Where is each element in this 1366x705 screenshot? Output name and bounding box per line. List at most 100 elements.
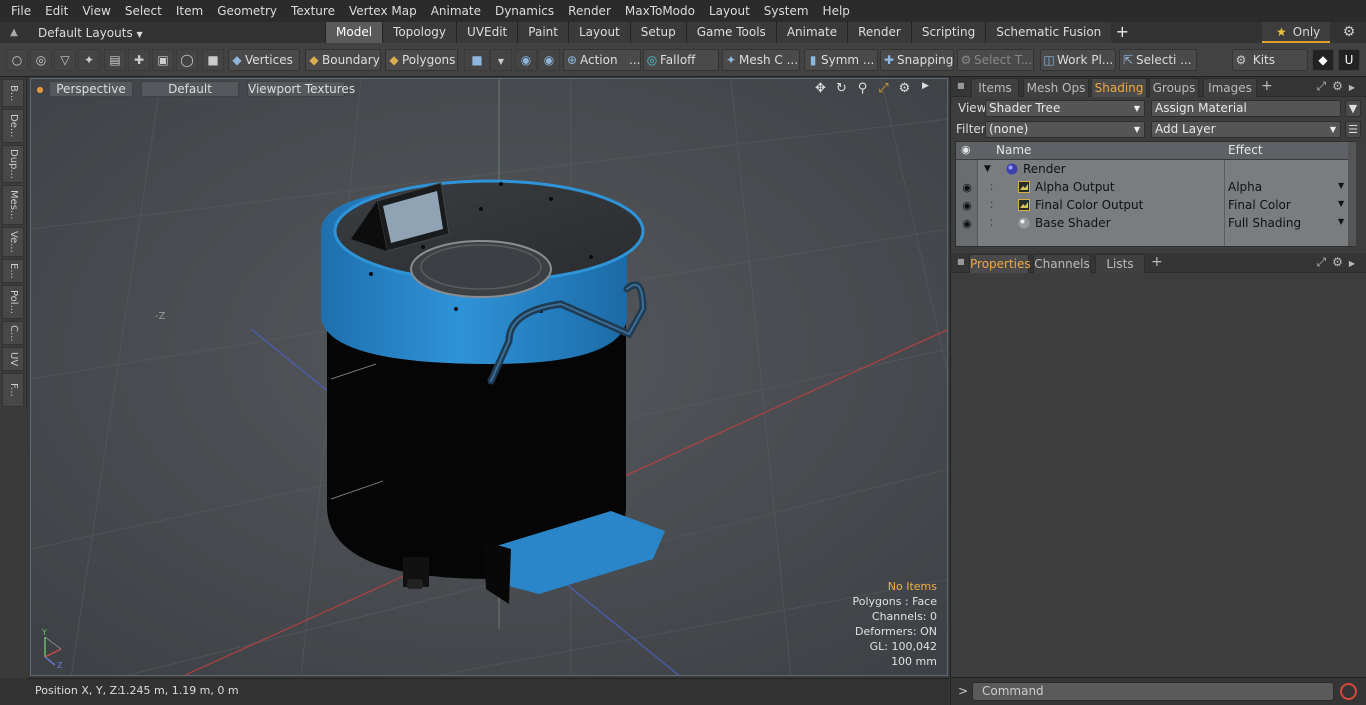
menu-layout[interactable]: Layout — [702, 0, 757, 22]
menu-render[interactable]: Render — [561, 0, 618, 22]
effect-chevron-icon[interactable]: ▼ — [1338, 181, 1344, 190]
left-tab-de[interactable]: De... — [2, 109, 24, 143]
action-center-button[interactable]: ⊕ Action ... — [563, 49, 641, 71]
menu-system[interactable]: System — [757, 0, 816, 22]
boundary-button[interactable]: ◆ Boundary — [305, 49, 381, 71]
panel-grip-icon[interactable]: ■ — [957, 257, 965, 267]
left-tab-f[interactable]: F... — [2, 373, 24, 407]
snapping-button[interactable]: ✚ Snapping — [880, 49, 954, 71]
pen-tool-icon[interactable]: ▽ — [54, 49, 76, 71]
tree-row-render[interactable]: ▼ Render — [956, 161, 1348, 179]
unreal-logo-icon[interactable]: U — [1338, 49, 1360, 71]
menu-item[interactable]: Item — [169, 0, 210, 22]
polygons-button[interactable]: ◆ Polygons — [385, 49, 458, 71]
panel-menu-arrow-icon[interactable]: ▶ — [1349, 83, 1361, 92]
select-circle-icon[interactable]: ○ — [6, 49, 28, 71]
left-tab-pol[interactable]: Pol... — [2, 285, 24, 319]
tab-paint[interactable]: Paint — [517, 22, 568, 43]
menu-texture[interactable]: Texture — [284, 0, 342, 22]
panel-expand-icon[interactable]: ⤢ — [1316, 79, 1332, 93]
visibility-eye-icon[interactable]: ◉ — [960, 217, 974, 230]
tab-animate[interactable]: Animate — [775, 22, 848, 43]
vertices-button[interactable]: ◆ Vertices — [228, 49, 300, 71]
filter-funnel-icon[interactable]: ▼ — [1345, 100, 1361, 117]
add-panel-tab-icon[interactable]: + — [1261, 78, 1273, 94]
tab-uvedit[interactable]: UVEdit — [456, 22, 518, 43]
rotate-icon[interactable]: ↻ — [834, 81, 849, 96]
tab-scripting[interactable]: Scripting — [910, 22, 986, 43]
tree-row-alpha-effect[interactable]: Alpha — [1228, 180, 1262, 194]
tree-row-base-shader[interactable]: ◉ ∶ Base Shader Full Shading ▼ — [956, 215, 1348, 233]
symmetry-button[interactable]: ▮ Symm ... — [804, 49, 878, 71]
shader-tree-scrollbar[interactable] — [1348, 142, 1356, 246]
kits-button[interactable]: ⚙ Kits — [1232, 49, 1308, 71]
3d-viewport[interactable]: -Z ● Perspective Default Viewport Textur… — [30, 78, 948, 676]
globe-icon[interactable]: ◎ — [30, 49, 52, 71]
tab-topology[interactable]: Topology — [382, 22, 457, 43]
panel-grip-icon[interactable]: ■ — [957, 81, 965, 91]
add-layer-dropdown[interactable]: Add Layer ▼ — [1151, 121, 1341, 138]
falloff-button[interactable]: ◎ Falloff — [643, 49, 719, 71]
left-tab-ve[interactable]: Ve... — [2, 227, 24, 257]
cube-shaded-icon[interactable]: ■ — [202, 49, 224, 71]
properties-gear-icon[interactable]: ⚙ — [1332, 255, 1349, 269]
tab-lists[interactable]: Lists — [1095, 254, 1145, 273]
menu-maxtomodo[interactable]: MaxToModo — [618, 0, 702, 22]
viewport-gear-icon[interactable]: ⚙ — [897, 81, 912, 96]
panel-gear-icon[interactable]: ⚙ — [1332, 79, 1349, 93]
pan-move-icon[interactable]: ✥ — [813, 81, 828, 96]
left-tab-mes[interactable]: Mes... — [2, 185, 24, 225]
left-tab-c[interactable]: C... — [2, 321, 24, 345]
tree-row-final-color-output[interactable]: ◉ ∶ Final Color Output Final Color ▼ — [956, 197, 1348, 215]
menu-file[interactable]: File — [4, 0, 38, 22]
tab-mesh-ops[interactable]: Mesh Ops — [1023, 78, 1089, 97]
perspective-button[interactable]: Perspective — [49, 81, 133, 97]
tab-setup[interactable]: Setup — [629, 22, 686, 43]
viewport-menu-arrow-icon[interactable]: ▶ — [918, 81, 933, 96]
properties-menu-arrow-icon[interactable]: ▶ — [1349, 259, 1361, 268]
zoom-icon[interactable]: ⚲ — [855, 81, 870, 96]
default-layouts-dropdown[interactable]: Default Layouts ▼ — [28, 26, 168, 40]
tab-model[interactable]: Model — [325, 22, 383, 43]
viewport-scene[interactable]: -Z — [31, 79, 948, 676]
tab-render[interactable]: Render — [847, 22, 911, 43]
left-tab-dup[interactable]: Dup... — [2, 145, 24, 183]
viewport-textures-button[interactable]: Viewport Textures — [247, 81, 355, 97]
menu-animate[interactable]: Animate — [424, 0, 488, 22]
shading-default-button[interactable]: Default — [141, 81, 239, 97]
align-icon[interactable]: ▤ — [104, 49, 126, 71]
item-mode-cube-icon[interactable]: ■ — [464, 49, 490, 71]
effect-chevron-icon[interactable]: ▼ — [1338, 217, 1344, 226]
add-properties-tab-icon[interactable]: + — [1151, 254, 1163, 270]
list-options-icon[interactable]: ☰ — [1345, 121, 1361, 138]
tab-properties[interactable]: Properties — [969, 254, 1031, 273]
left-tab-e[interactable]: E... — [2, 259, 24, 283]
add-tab-plus-icon[interactable]: + — [1111, 22, 1133, 43]
grid-cross-icon[interactable]: ✚ — [128, 49, 150, 71]
tree-row-base-shader-effect[interactable]: Full Shading — [1228, 216, 1301, 230]
header-name[interactable]: Name — [996, 143, 1031, 157]
work-plane-button[interactable]: ◫ Work Pl... — [1040, 49, 1116, 71]
left-tab-uv[interactable]: UV — [2, 347, 24, 371]
maximize-icon[interactable]: ⤢ — [876, 81, 891, 96]
tab-game-tools[interactable]: Game Tools — [685, 22, 776, 43]
tree-row-alpha-output[interactable]: ◉ ∶ Alpha Output Alpha ▼ — [956, 179, 1348, 197]
assign-material-button[interactable]: Assign Material — [1151, 100, 1341, 117]
gear-icon[interactable]: ⚙ — [1338, 22, 1360, 43]
tree-row-final-color-effect[interactable]: Final Color — [1228, 198, 1291, 212]
square-target-icon[interactable]: ▣ — [152, 49, 174, 71]
tab-items[interactable]: Items — [971, 78, 1019, 97]
visibility-eye-icon[interactable]: ◉ — [960, 181, 974, 194]
left-tab-b[interactable]: B... — [2, 79, 24, 107]
menu-edit[interactable]: Edit — [38, 0, 75, 22]
tab-groups[interactable]: Groups — [1149, 78, 1199, 97]
expand-triangle-icon[interactable]: ▼ — [984, 164, 991, 174]
filter-dropdown[interactable]: (none) ▼ — [985, 121, 1145, 138]
effect-chevron-icon[interactable]: ▼ — [1338, 199, 1344, 208]
menu-dynamics[interactable]: Dynamics — [488, 0, 561, 22]
view-dropdown[interactable]: Shader Tree ▼ — [985, 100, 1145, 117]
tab-schematic-fusion[interactable]: Schematic Fusion — [985, 22, 1112, 43]
collapse-arrow-icon[interactable]: ▲ — [0, 27, 28, 38]
tab-channels[interactable]: Channels — [1033, 254, 1091, 273]
item-mode-dropdown-icon[interactable]: ▼ — [490, 49, 512, 71]
